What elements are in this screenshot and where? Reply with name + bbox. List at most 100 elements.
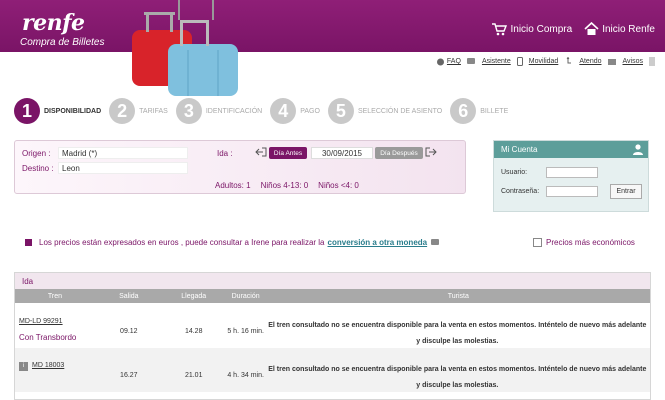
table-header: Tren Salida Llegada Duración Turista [15, 289, 650, 303]
step-label: SELECCIÓN DE ASIENTO [357, 107, 443, 115]
alert-icon [607, 58, 616, 65]
column-header: Duración [231, 292, 260, 300]
asistente-label: Asistente [481, 58, 511, 65]
column-header: Salida [119, 292, 139, 300]
contrasena-input[interactable] [546, 186, 598, 197]
inicio-compra-label: Inicio Compra [510, 23, 573, 35]
mi-cuenta-title: Mi Cuenta [501, 145, 538, 154]
results-title: Ida [15, 273, 650, 289]
table-row: MD-LD 99291 Con Transbordo 09.12 14.28 5… [15, 304, 650, 348]
atendo-label: Atendo [579, 58, 602, 65]
turista-cell: El tren consultado no se encuentra dispo… [268, 322, 647, 345]
adultos-count: Adultos: 1 [215, 181, 251, 190]
utility-bar: FAQ Asistente Movilidad Atendo Avisos [436, 57, 655, 66]
header: renfe Compra de Billetes Inicio Compra I… [0, 0, 665, 96]
column-header: Llegada [181, 292, 207, 300]
entrar-button[interactable]: Entrar [610, 184, 642, 199]
usuario-input[interactable] [546, 167, 598, 178]
avisos-label: Avisos [622, 58, 644, 65]
ninos-under4-count: Niños <4: 0 [318, 181, 359, 190]
currency-notice: Los precios están expresados en euros , … [25, 238, 440, 247]
turista-cell: El tren consultado no se encuentra dispo… [268, 366, 647, 389]
passengers-summary: Adultos: 1 Niños 4-13: 0 Niños <4: 0 [215, 181, 359, 190]
usuario-label: Usuario: [501, 169, 528, 176]
step-number: 3 [175, 98, 202, 124]
llegada-cell: 14.28 [184, 328, 203, 335]
step-number: 6 [450, 98, 477, 124]
asistente-link[interactable]: Asistente [482, 58, 511, 65]
faq-label: FAQ [446, 58, 461, 65]
movilidad-link[interactable]: Movilidad [529, 58, 559, 65]
step-label: BILLETE [480, 107, 509, 115]
ida-label: Ida : [217, 149, 233, 158]
train-cell: i MD 18003 [15, 348, 95, 392]
destino-field[interactable]: Leon [58, 162, 188, 174]
chat-icon [431, 238, 440, 245]
dia-antes-button[interactable]: Día Antes [269, 147, 307, 159]
step-number: 2 [109, 98, 136, 124]
faq-link[interactable]: FAQ [436, 58, 461, 66]
train-cell: MD-LD 99291 Con Transbordo [15, 304, 95, 348]
notice-text: Los precios están expresados en euros , … [39, 238, 325, 247]
step-label: TARIFAS [139, 107, 168, 115]
inicio-renfe-label: Inicio Renfe [602, 23, 655, 35]
ninos-count: Niños 4-13: 0 [260, 181, 309, 190]
step-disponibilidad: 1 DISPONIBILIDAD [14, 98, 101, 124]
contrasena-row: Contraseña: [501, 186, 598, 197]
mi-cuenta-panel: Mi Cuenta Usuario: Contraseña: Entrar [493, 140, 649, 212]
movilidad-label: Movilidad [528, 58, 559, 65]
step-seleccion-asiento: 5 SELECCIÓN DE ASIENTO [327, 98, 443, 124]
origen-row: Origen : Madrid (*) [22, 147, 188, 159]
dia-despues-button[interactable]: Día Después [375, 147, 423, 159]
origen-label: Origen : [22, 148, 51, 158]
step-label: IDENTIFICACIÓN [205, 107, 263, 115]
avisos-link[interactable]: Avisos [623, 58, 644, 65]
step-billete: 6 BILLETE [450, 98, 508, 124]
step-label: PAGO [300, 107, 320, 115]
atendo-link[interactable]: Atendo [579, 58, 601, 65]
cheapest-prices-label: Precios más económicos [546, 238, 635, 247]
top-links: Inicio Compra Inicio Renfe [491, 22, 655, 36]
renfe-logo[interactable]: renfe [22, 10, 85, 36]
origen-field[interactable]: Madrid (*) [58, 147, 188, 159]
next-day-arrow-icon[interactable] [425, 146, 437, 158]
accessibility-icon [567, 57, 572, 64]
site-subtitle: Compra de Billetes [20, 37, 105, 48]
inicio-renfe-link[interactable]: Inicio Renfe [584, 22, 655, 36]
inicio-compra-link[interactable]: Inicio Compra [491, 22, 572, 36]
currency-conversion-link[interactable]: conversión a otra moneda [328, 238, 428, 247]
search-summary: Origen : Madrid (*) Destino : Leon Ida :… [14, 140, 466, 194]
home-icon [584, 22, 599, 35]
table-row: i MD 18003 16.27 21.01 4 h. 34 min. El tr… [15, 348, 650, 392]
cart-icon [492, 23, 508, 36]
column-header: Tren [47, 292, 62, 300]
cheapest-prices-checkbox[interactable] [533, 238, 542, 247]
cheapest-prices-option[interactable]: Precios más económicos [533, 238, 635, 247]
step-label: DISPONIBILIDAD [44, 107, 102, 115]
prev-day-arrow-icon[interactable] [255, 146, 267, 158]
column-header: Turista [447, 292, 469, 300]
destino-label: Destino : [22, 163, 54, 173]
destino-row: Destino : Leon [22, 162, 188, 174]
train-code-link[interactable]: MD 18003 [32, 362, 64, 369]
info-icon[interactable]: i [19, 362, 28, 371]
step-number: 1 [14, 98, 40, 124]
date-field[interactable]: 30/09/2015 [311, 147, 373, 159]
llegada-cell: 21.01 [184, 372, 203, 379]
mobile-icon [516, 57, 523, 66]
user-icon [633, 144, 643, 155]
step-number: 4 [270, 98, 297, 124]
step-identificacion: 3 IDENTIFICACIÓN [175, 98, 263, 124]
salida-cell: 16.27 [120, 372, 138, 379]
contrasena-label: Contraseña: [501, 188, 540, 195]
duracion-cell: 4 h. 34 min. [227, 372, 264, 379]
step-pago: 4 PAGO [270, 98, 320, 124]
chat-icon [466, 57, 475, 64]
step-number: 5 [327, 98, 354, 124]
results-table: Ida Tren Salida Llegada Duración Turista… [14, 272, 651, 400]
help-icon [436, 58, 444, 65]
duracion-cell: 5 h. 16 min. [227, 328, 264, 335]
train-code-link[interactable]: MD-LD 99291 [19, 318, 63, 325]
scrollbar-icon [649, 57, 655, 66]
step-tarifas: 2 TARIFAS [109, 98, 168, 124]
